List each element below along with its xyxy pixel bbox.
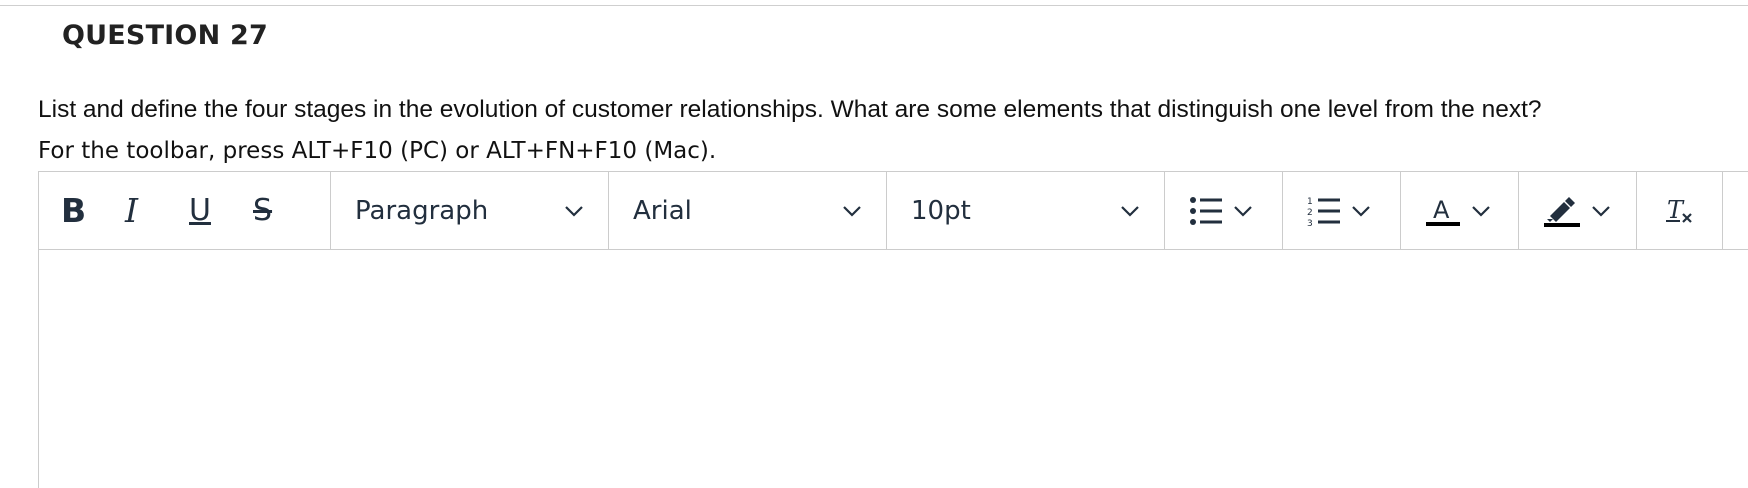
strikethrough-icon: S bbox=[253, 192, 273, 228]
chevron-down-icon bbox=[565, 205, 583, 217]
clear-formatting-icon: T bbox=[1665, 196, 1692, 224]
chevron-down-icon bbox=[843, 205, 861, 217]
text-color-icon: A bbox=[1426, 196, 1460, 226]
editor-toolbar: B I U S Paragraph Arial 10pt 1 2 3 A T bbox=[39, 172, 1748, 250]
bullet-list-button[interactable] bbox=[1165, 172, 1283, 249]
text-format-group: B I U S bbox=[39, 172, 331, 249]
strikethrough-button[interactable]: S bbox=[253, 183, 317, 239]
toolbar-hint: For the toolbar, press ALT+F10 (PC) or A… bbox=[38, 138, 717, 164]
italic-icon: I bbox=[125, 191, 139, 230]
svg-text:1: 1 bbox=[1307, 197, 1313, 207]
chevron-down-icon[interactable] bbox=[1351, 205, 1371, 217]
font-size-select[interactable]: 10pt bbox=[887, 172, 1165, 249]
bold-icon: B bbox=[61, 191, 87, 230]
bold-button[interactable]: B bbox=[61, 183, 125, 239]
chevron-down-icon bbox=[1121, 205, 1139, 217]
svg-text:T: T bbox=[1667, 196, 1685, 224]
svg-text:A: A bbox=[1433, 196, 1450, 224]
bullet-list-icon bbox=[1190, 196, 1222, 225]
svg-text:2: 2 bbox=[1307, 208, 1313, 218]
clear-formatting-button[interactable]: T bbox=[1637, 172, 1723, 249]
block-format-select[interactable]: Paragraph bbox=[331, 172, 609, 249]
block-format-value: Paragraph bbox=[355, 195, 489, 226]
question-title: QUESTION 27 bbox=[62, 20, 268, 51]
highlight-icon bbox=[1544, 196, 1580, 227]
chevron-down-icon[interactable] bbox=[1591, 205, 1611, 217]
numbered-list-button[interactable]: 1 2 3 bbox=[1283, 172, 1401, 249]
underline-icon: U bbox=[189, 192, 211, 228]
rich-text-editor: B I U S Paragraph Arial 10pt 1 2 3 A T bbox=[38, 171, 1748, 488]
chevron-down-icon[interactable] bbox=[1471, 205, 1491, 217]
text-color-button[interactable]: A bbox=[1401, 172, 1519, 249]
font-size-value: 10pt bbox=[911, 195, 971, 226]
numbered-list-icon: 1 2 3 bbox=[1307, 197, 1340, 227]
font-family-select[interactable]: Arial bbox=[609, 172, 887, 249]
underline-button[interactable]: U bbox=[189, 183, 253, 239]
chevron-down-icon[interactable] bbox=[1233, 205, 1253, 217]
font-family-value: Arial bbox=[633, 195, 692, 226]
top-divider bbox=[0, 5, 1748, 6]
svg-text:3: 3 bbox=[1307, 219, 1313, 227]
highlight-color-button[interactable] bbox=[1519, 172, 1637, 249]
question-text: List and define the four stages in the e… bbox=[38, 96, 1542, 123]
italic-button[interactable]: I bbox=[125, 183, 189, 239]
editor-content-area[interactable] bbox=[39, 250, 1748, 488]
